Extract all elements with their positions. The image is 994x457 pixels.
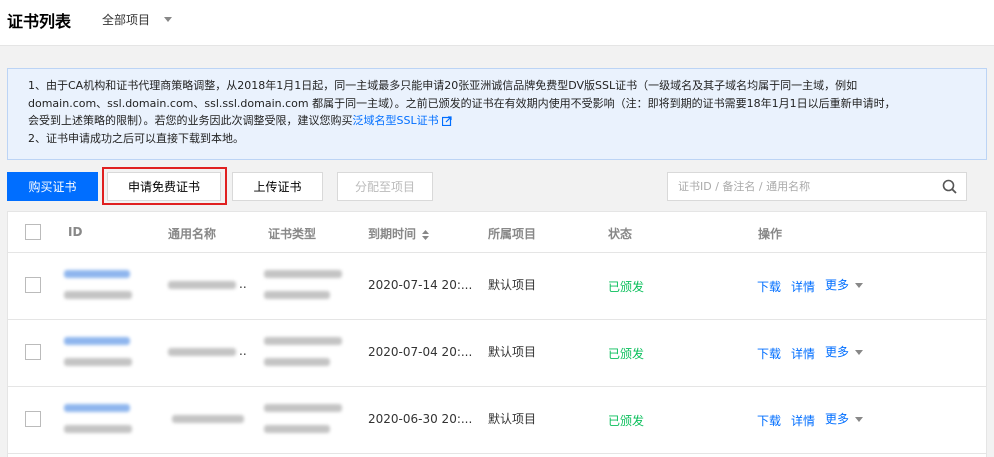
search-input[interactable]	[668, 173, 928, 200]
table-header: ID 通用名称 证书类型 到期时间 所属项目 状态 操作	[8, 212, 986, 253]
status-badge: 已颁发	[608, 414, 645, 428]
redacted-cert-remark	[64, 358, 132, 366]
row-checkbox[interactable]	[25, 411, 41, 427]
more-label: 更多	[825, 412, 850, 426]
notice-line-3-text: 会受到上述策略的限制）。若您的业务因此次调整受限，建议您购买	[28, 114, 353, 127]
redacted-cert-type	[264, 404, 342, 412]
column-header-id: ID	[68, 225, 83, 239]
search-icon[interactable]	[942, 179, 957, 194]
notice-line-2: domain.com、ssl.domain.com、ssl.ssl.domain…	[28, 96, 896, 110]
redacted-common-name	[168, 281, 236, 289]
more-menu[interactable]: 更多	[825, 410, 864, 427]
expire-time: 2020-07-14 20:...	[368, 278, 473, 292]
common-name-suffix: ..	[239, 277, 247, 291]
chevron-down-icon	[855, 283, 864, 288]
certificate-table: ID 通用名称 证书类型 到期时间 所属项目 状态 操作 .. 2020-07-…	[7, 211, 987, 457]
top-bar: 证书列表 全部项目	[0, 0, 994, 46]
sort-icon[interactable]	[422, 229, 430, 240]
select-all-checkbox[interactable]	[25, 224, 41, 240]
notice-line-4: 2、证书申请成功之后可以直接下载到本地。	[28, 131, 244, 145]
apply-free-certificate-button[interactable]: 申请免费证书	[107, 172, 221, 201]
project-name: 默认项目	[488, 412, 537, 426]
redacted-cert-id[interactable]	[64, 270, 130, 278]
chevron-down-icon	[855, 350, 864, 355]
project-name: 默认项目	[488, 345, 537, 359]
redacted-cert-type-sub	[264, 425, 330, 433]
chevron-down-icon	[855, 417, 864, 422]
column-header-cert-type: 证书类型	[268, 227, 317, 241]
redacted-cert-remark	[64, 291, 132, 299]
row-checkbox[interactable]	[25, 344, 41, 360]
upload-certificate-button[interactable]: 上传证书	[232, 172, 323, 201]
table-row: .. 2020-07-04 20:... 默认项目 已颁发 下载 详情 更多	[8, 320, 986, 387]
column-header-actions: 操作	[758, 227, 783, 241]
assign-project-button: 分配至项目	[337, 172, 433, 201]
page-title: 证书列表	[7, 12, 72, 31]
notice-line-3: 会受到上述策略的限制）。若您的业务因此次调整受限，建议您购买泛域名型SSL证书	[28, 112, 986, 130]
chevron-down-icon	[164, 17, 173, 22]
detail-link[interactable]: 详情	[791, 412, 815, 429]
redacted-cert-remark	[64, 425, 132, 433]
column-header-expire-label: 到期时间	[368, 227, 417, 241]
table-row: .. 2020-07-14 20:... 默认项目 已颁发 下载 详情 更多	[8, 253, 986, 320]
redacted-common-name	[168, 348, 236, 356]
common-name-suffix: ..	[239, 344, 247, 358]
more-menu[interactable]: 更多	[825, 276, 864, 293]
download-link[interactable]: 下载	[757, 278, 781, 295]
expire-time: 2020-06-30 20:...	[368, 412, 473, 426]
column-header-project: 所属项目	[488, 227, 537, 241]
column-header-expire[interactable]: 到期时间	[368, 225, 430, 242]
search-box	[667, 172, 967, 201]
redacted-cert-type	[264, 270, 342, 278]
wildcard-ssl-link[interactable]: 泛域名型SSL证书	[353, 114, 439, 127]
status-badge: 已颁发	[608, 280, 645, 294]
project-select[interactable]: 全部项目	[102, 11, 173, 28]
detail-link[interactable]: 详情	[791, 345, 815, 362]
status-badge: 已颁发	[608, 347, 645, 361]
more-label: 更多	[825, 278, 850, 292]
column-header-status: 状态	[608, 227, 633, 241]
external-link-icon	[441, 116, 452, 126]
redacted-cert-type	[264, 337, 342, 345]
more-menu[interactable]: 更多	[825, 343, 864, 360]
detail-link[interactable]: 详情	[791, 278, 815, 295]
notice-line-1: 1、由于CA机构和证书代理商策略调整，从2018年1月1日起，同一主域最多只能申…	[28, 79, 858, 92]
download-link[interactable]: 下载	[757, 345, 781, 362]
more-label: 更多	[825, 345, 850, 359]
buy-certificate-button[interactable]: 购买证书	[7, 172, 98, 201]
redacted-cert-type-sub	[264, 291, 330, 299]
redacted-common-name	[172, 415, 244, 423]
notice-box: 1、由于CA机构和证书代理商策略调整，从2018年1月1日起，同一主域最多只能申…	[7, 68, 987, 160]
row-checkbox[interactable]	[25, 277, 41, 293]
redacted-cert-id[interactable]	[64, 404, 130, 412]
expire-time: 2020-07-04 20:...	[368, 345, 473, 359]
redacted-cert-type-sub	[264, 358, 330, 366]
project-select-label: 全部项目	[102, 13, 151, 27]
table-row: 2020-06-30 20:... 默认项目 已颁发 下载 详情 更多	[8, 387, 986, 454]
download-link[interactable]: 下载	[757, 412, 781, 429]
column-header-common-name: 通用名称	[168, 227, 217, 241]
redacted-cert-id[interactable]	[64, 337, 130, 345]
project-name: 默认项目	[488, 278, 537, 292]
